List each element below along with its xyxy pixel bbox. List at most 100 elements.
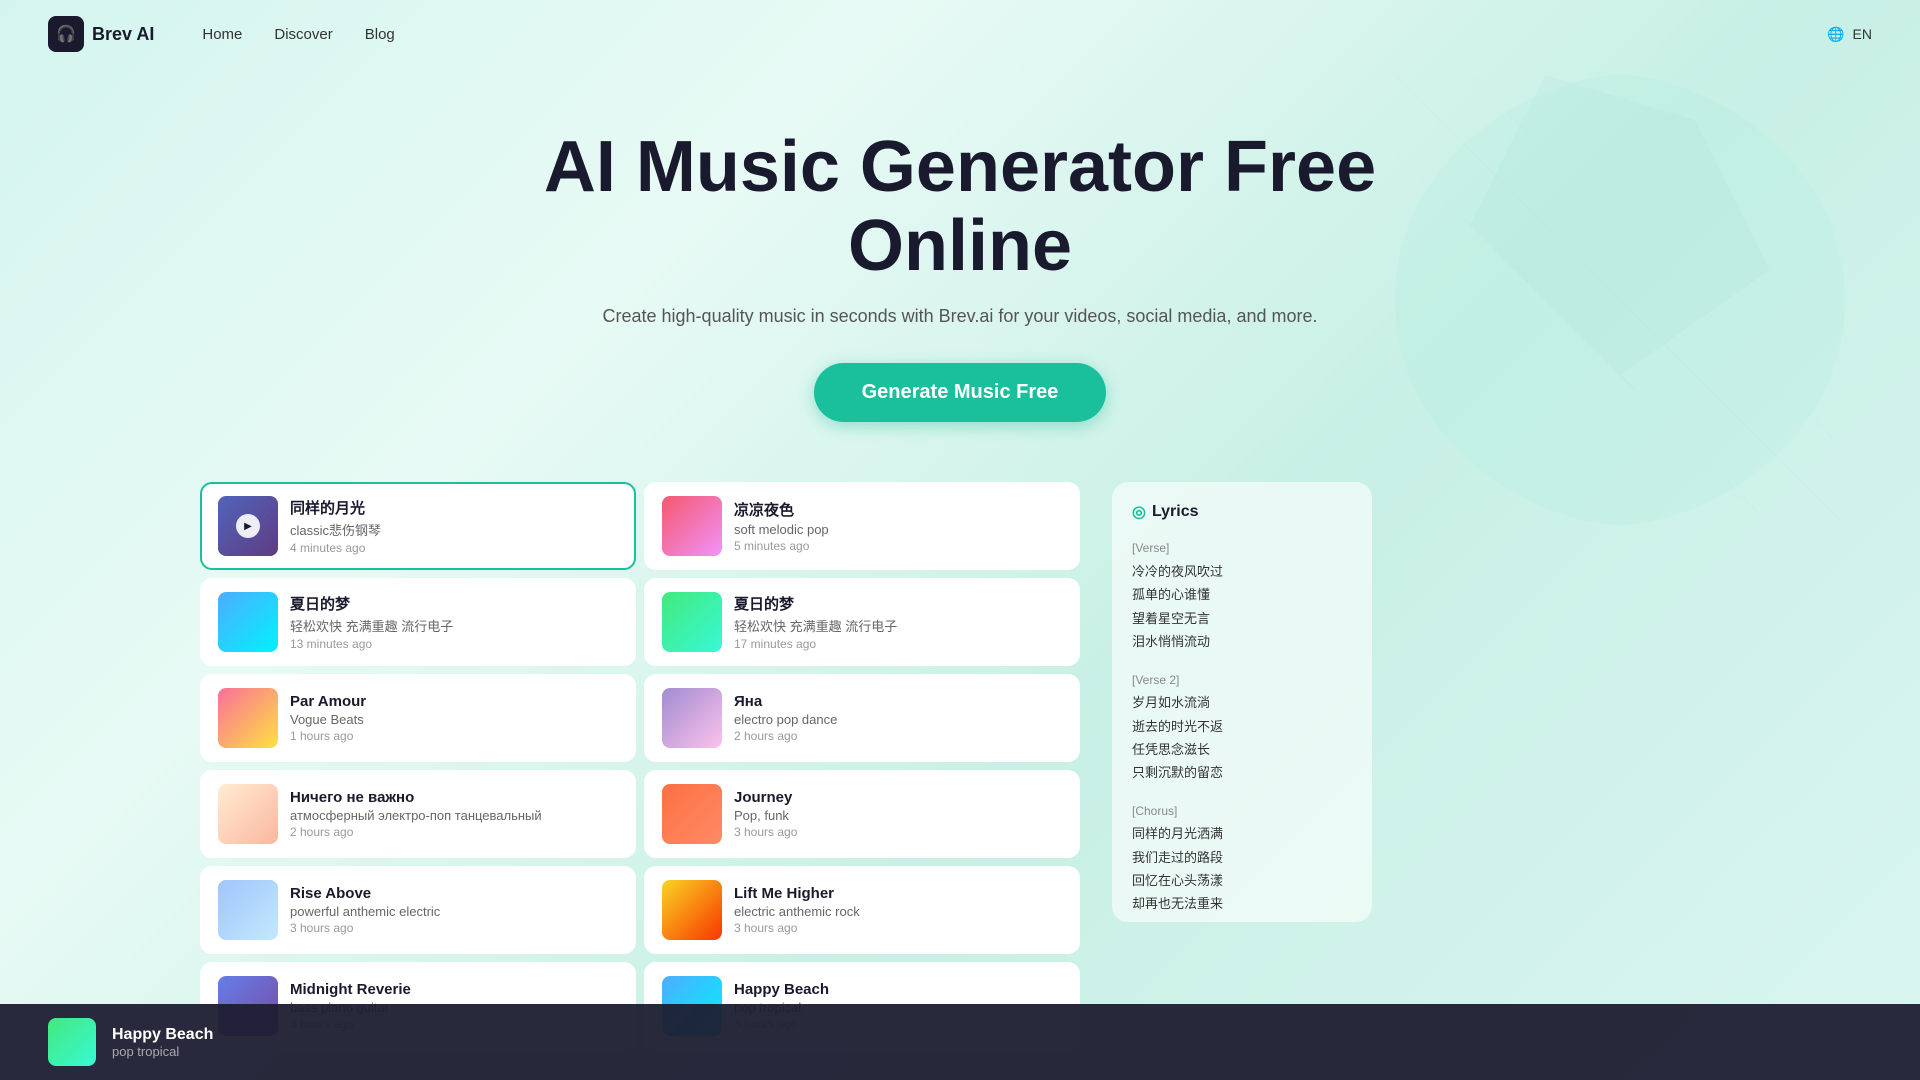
music-item[interactable]: Journey Pop, funk 3 hours ago [644, 770, 1080, 858]
music-genre: Vogue Beats [290, 712, 618, 727]
music-info: Ничего не важно атмосферный электро-поп … [290, 789, 618, 839]
music-item[interactable]: 夏日的梦 轻松欢快 充满重趣 流行电子 17 minutes ago [644, 578, 1080, 666]
music-genre: powerful anthemic electric [290, 904, 618, 919]
play-icon: ▶ [236, 514, 260, 538]
music-title: Яна [734, 693, 1062, 710]
generate-music-button[interactable]: Generate Music Free [814, 363, 1107, 422]
lyrics-line: 只剩沉默的留恋 [1132, 761, 1352, 784]
lyrics-section-label: [Verse 2] [1132, 670, 1352, 692]
music-genre: classic悲伤钢琴 [290, 520, 618, 539]
music-info: Lift Me Higher electric anthemic rock 3 … [734, 885, 1062, 935]
lyrics-title: ◎ Lyrics [1132, 502, 1352, 522]
music-title: Lift Me Higher [734, 885, 1062, 902]
lyrics-section-label: [Verse] [1132, 538, 1352, 560]
music-info: 凉凉夜色 soft melodic pop 5 minutes ago [734, 499, 1062, 553]
music-thumbnail [218, 880, 278, 940]
music-item[interactable]: Par Amour Vogue Beats 1 hours ago [200, 674, 636, 762]
music-info: Journey Pop, funk 3 hours ago [734, 789, 1062, 839]
lyrics-line: 任凭思念滋长 [1132, 738, 1352, 761]
music-item[interactable]: Яна electro pop dance 2 hours ago [644, 674, 1080, 762]
nav: Home Discover Blog [202, 26, 394, 43]
music-title: 凉凉夜色 [734, 499, 1062, 520]
bottom-player: Happy Beach pop tropical [0, 1004, 1920, 1080]
music-item[interactable]: ▶ 同样的月光 classic悲伤钢琴 4 minutes ago [200, 482, 636, 570]
music-thumbnail [218, 688, 278, 748]
music-item[interactable]: 凉凉夜色 soft melodic pop 5 minutes ago [644, 482, 1080, 570]
music-time: 3 hours ago [734, 825, 1062, 839]
music-thumbnail [218, 784, 278, 844]
player-info: Happy Beach pop tropical [112, 1026, 1872, 1059]
lyrics-line: 同样的月光洒满 [1132, 822, 1352, 845]
music-thumbnail [662, 784, 722, 844]
header: 🎧 Brev AI Home Discover Blog 🌐 EN [0, 0, 1920, 68]
lyrics-icon: ◎ [1132, 502, 1146, 522]
music-thumbnail [662, 688, 722, 748]
nav-blog[interactable]: Blog [365, 26, 395, 43]
music-thumbnail [218, 592, 278, 652]
music-item[interactable]: Rise Above powerful anthemic electric 3 … [200, 866, 636, 954]
music-list: ▶ 同样的月光 classic悲伤钢琴 4 minutes ago 凉凉夜色 s… [200, 482, 1080, 1050]
lyrics-line: 望着星空无言 [1132, 607, 1352, 630]
music-title: 同样的月光 [290, 497, 618, 518]
lyrics-line: 我们走过的路段 [1132, 846, 1352, 869]
nav-home[interactable]: Home [202, 26, 242, 43]
logo-icon: 🎧 [48, 16, 84, 52]
music-title: Ничего не важно [290, 789, 618, 806]
music-title: Midnight Reverie [290, 981, 618, 998]
music-info: 夏日的梦 轻松欢快 充满重趣 流行电子 17 minutes ago [734, 593, 1062, 651]
music-title: 夏日的梦 [290, 593, 618, 614]
music-genre: electric anthemic rock [734, 904, 1062, 919]
logo-text: Brev AI [92, 24, 154, 45]
music-genre: soft melodic pop [734, 522, 1062, 537]
music-genre: атмосферный электро-поп танцевальный [290, 808, 618, 823]
player-genre: pop tropical [112, 1044, 1872, 1059]
music-time: 3 hours ago [290, 921, 618, 935]
music-title: Rise Above [290, 885, 618, 902]
language-icon: 🌐 [1827, 26, 1844, 43]
lyrics-section: [Verse 2]岁月如水流淌逝去的时光不返任凭思念滋长只剩沉默的留恋 [1132, 670, 1352, 785]
lyrics-line: 却再也无法重来 [1132, 892, 1352, 915]
music-title: Par Amour [290, 693, 618, 710]
music-info: 夏日的梦 轻松欢快 充满重趣 流行电子 13 minutes ago [290, 593, 618, 651]
play-overlay: ▶ [218, 496, 278, 556]
player-title: Happy Beach [112, 1026, 1872, 1044]
language-selector[interactable]: 🌐 EN [1827, 26, 1872, 43]
music-time: 2 hours ago [290, 825, 618, 839]
music-info: Rise Above powerful anthemic electric 3 … [290, 885, 618, 935]
lyrics-content: [Verse]冷冷的夜风吹过孤单的心谁懂望着星空无言泪水悄悄流动 [Verse 2… [1132, 538, 1352, 922]
music-time: 5 minutes ago [734, 539, 1062, 553]
language-label: EN [1853, 26, 1872, 42]
music-thumbnail [662, 496, 722, 556]
lyrics-line: 孤单的心谁懂 [1132, 583, 1352, 606]
music-time: 13 minutes ago [290, 637, 618, 651]
music-title: Happy Beach [734, 981, 1062, 998]
music-info: 同样的月光 classic悲伤钢琴 4 minutes ago [290, 497, 618, 555]
lyrics-line: 泪水悄悄流动 [1132, 630, 1352, 653]
music-info: Яна electro pop dance 2 hours ago [734, 693, 1062, 743]
lyrics-section-label: [Chorus] [1132, 801, 1352, 823]
nav-discover[interactable]: Discover [274, 26, 332, 43]
hero-title: AI Music Generator Free Online [48, 128, 1872, 286]
music-genre: 轻松欢快 充满重趣 流行电子 [734, 616, 1062, 635]
music-time: 1 hours ago [290, 729, 618, 743]
music-thumbnail [662, 880, 722, 940]
music-thumbnail [662, 592, 722, 652]
music-item[interactable]: 夏日的梦 轻松欢快 充满重趣 流行电子 13 minutes ago [200, 578, 636, 666]
music-genre: Pop, funk [734, 808, 1062, 823]
music-time: 17 minutes ago [734, 637, 1062, 651]
hero-section: AI Music Generator Free Online Create hi… [0, 68, 1920, 462]
music-genre: 轻松欢快 充满重趣 流行电子 [290, 616, 618, 635]
music-item[interactable]: Ничего не важно атмосферный электро-поп … [200, 770, 636, 858]
lyrics-line: 逝去的时光不返 [1132, 715, 1352, 738]
logo[interactable]: 🎧 Brev AI [48, 16, 154, 52]
player-thumbnail [48, 1018, 96, 1066]
lyrics-section: [Chorus]同样的月光洒满我们走过的路段回忆在心头荡漾却再也无法重来 [1132, 801, 1352, 916]
lyrics-section: [Verse]冷冷的夜风吹过孤单的心谁懂望着星空无言泪水悄悄流动 [1132, 538, 1352, 653]
lyrics-line: 岁月如水流淌 [1132, 691, 1352, 714]
lyrics-heading: Lyrics [1152, 503, 1199, 521]
music-time: 4 minutes ago [290, 541, 618, 555]
music-item[interactable]: Lift Me Higher electric anthemic rock 3 … [644, 866, 1080, 954]
music-title: Journey [734, 789, 1062, 806]
music-info: Par Amour Vogue Beats 1 hours ago [290, 693, 618, 743]
music-time: 2 hours ago [734, 729, 1062, 743]
